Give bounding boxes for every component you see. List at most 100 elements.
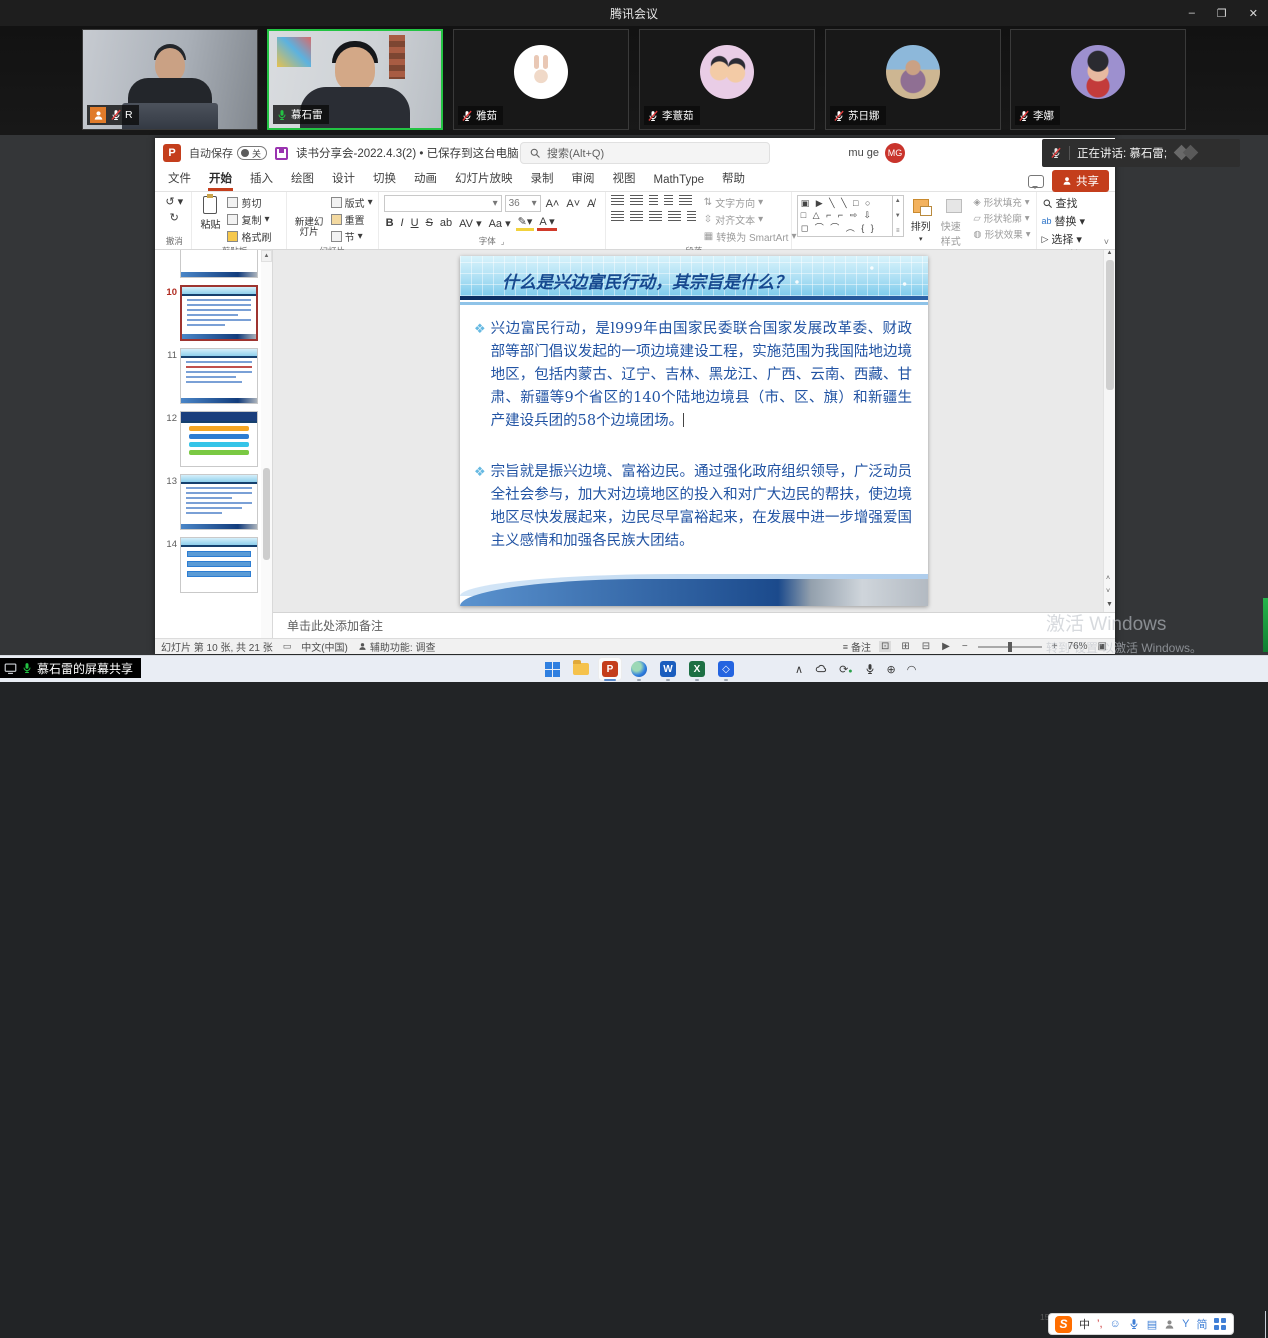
justify-icon[interactable] [668,211,681,222]
select-button[interactable]: ▷选择 ▾ [1042,231,1082,247]
clear-format-icon[interactable]: A̸ [585,198,596,210]
previous-slide-icon[interactable]: ˄ [1106,575,1113,582]
video-tile-participant-6[interactable]: 李娜 [1010,29,1186,130]
replace-button[interactable]: ab替换 ▾ [1042,213,1086,229]
cut-button[interactable]: 剪切 [227,195,271,210]
thumbnail-slide-12[interactable]: 12 [161,411,272,467]
align-left-icon[interactable] [611,211,624,222]
shape-effects-button[interactable]: ◍ 形状效果 ▾ [973,227,1030,241]
tab-slideshow[interactable]: 幻灯片放映 [446,166,522,191]
smartart-button[interactable]: ▦ 转换为 SmartArt ▾ [704,229,797,244]
zoom-slider[interactable] [978,646,1042,648]
sync-icon[interactable]: ⟳● [839,663,852,676]
arrange-button[interactable]: 排列▾ [908,195,934,244]
autosave-control[interactable]: 自动保存 关 [189,145,267,161]
tab-animations[interactable]: 动画 [405,166,446,191]
share-button[interactable]: 共享 [1052,170,1109,192]
tab-view[interactable]: 视图 [604,166,645,191]
sogou-emoji-icon[interactable]: ☺ [1110,1318,1121,1330]
grow-font-icon[interactable]: A˄ [544,198,562,210]
format-painter-button[interactable]: 格式刷 [227,229,271,244]
slide-title-banner[interactable]: 什么是兴边富民行动，其宗旨是什么？ [460,256,928,296]
redo-icon[interactable]: ↻ [168,211,181,224]
tab-mathtype[interactable]: MathType [645,170,714,191]
reading-view-icon[interactable]: ⊟ [920,641,932,652]
tray-expand-icon[interactable]: ∧ [795,663,803,676]
thumbnail-slide-13[interactable]: 13 [161,474,272,530]
restore-icon[interactable]: ❐ [1217,7,1227,20]
language-status[interactable]: 中文(中国) [301,639,348,654]
thumbnail-slide-10[interactable]: 10 [161,285,272,341]
line-spacing-icon[interactable] [679,195,692,206]
collapse-ribbon-icon[interactable]: ˅ [1104,237,1109,247]
fit-to-window-icon[interactable]: ▣ [1096,641,1109,652]
zoom-in-icon[interactable]: + [1050,641,1060,652]
shapes-gallery[interactable]: ▣ ▶ ╲ ╲ □ ○ □ △ ⌐ ⌐ ⇨ ⇩ ◻ ⌒ ⌒ ︵ { } ▲▼≡ [797,195,904,237]
sogou-logo-icon[interactable]: S [1055,1316,1072,1333]
account-area[interactable]: mu ge MG [848,138,905,168]
reset-button[interactable]: 重置 [331,212,373,227]
editor-scrollbar[interactable]: ▲ ˄ ˅ ▼ [1103,250,1115,612]
tab-insert[interactable]: 插入 [241,166,282,191]
bullet-paragraph-2[interactable]: ❖ 宗旨就是振兴边境、富裕边民。通过强化政府组织领导，广泛动员全社会参与，加大对… [474,461,912,553]
current-slide[interactable]: 什么是兴边富民行动，其宗旨是什么？ ❖ 兴边富民行动，是l999年由国家民委联合… [460,256,928,606]
video-tile-participant-5[interactable]: 苏日娜 [825,29,1001,130]
decrease-indent-icon[interactable] [649,195,658,206]
tray-mic-icon[interactable] [864,663,876,675]
strikethrough-button[interactable]: S [424,217,435,229]
highlight-color-button[interactable]: ✎▾ [516,215,535,231]
network-icon[interactable]: ◠ [907,663,917,676]
tab-draw[interactable]: 绘图 [282,166,323,191]
shapes-gallery-grid[interactable]: ▣ ▶ ╲ ╲ □ ○ □ △ ⌐ ⌐ ⇨ ⇩ ◻ ⌒ ⌒ ︵ { } [797,195,893,237]
sogou-account-icon[interactable] [1164,1319,1175,1330]
align-text-button[interactable]: ⇳ 对齐文本 ▾ [704,212,797,227]
zoom-out-icon[interactable]: − [960,641,970,652]
sogou-language-mode[interactable]: 中 [1079,1316,1090,1332]
text-direction-button[interactable]: ⇅ 文字方向 ▾ [704,195,797,210]
edge-taskbar-button[interactable] [627,657,651,681]
notes-pane[interactable]: 单击此处添加备注 [273,612,1115,638]
undo-icon[interactable]: ↺ ▾ [163,195,185,208]
new-slide-button[interactable]: 新建幻灯片 [292,195,327,240]
underline-button[interactable]: U [409,217,421,229]
tencent-meeting-taskbar-button[interactable]: ◇ [714,657,738,681]
bullets-icon[interactable] [611,195,624,206]
account-avatar[interactable]: MG [885,143,905,163]
powerpoint-app-icon[interactable]: P [163,144,181,162]
shapes-gallery-scroll[interactable]: ▲▼≡ [893,195,904,237]
columns-icon[interactable] [687,211,696,222]
dialog-launcher-icon[interactable]: ⌟ [501,237,505,246]
tab-design[interactable]: 设计 [323,166,364,191]
scroll-up-icon[interactable]: ▲ [1107,250,1113,256]
tab-transitions[interactable]: 切换 [364,166,405,191]
video-tile-participant-2[interactable]: 慕石雷 [267,29,443,130]
slide-title[interactable]: 什么是兴边富民行动，其宗旨是什么？ [460,256,928,293]
font-name-combo[interactable]: ▾ [384,195,502,212]
sogou-input-toolbar[interactable]: S 中 ’, ☺ ▤ Y 简 [1048,1313,1234,1335]
align-center-icon[interactable] [630,211,643,222]
video-tile-participant-3[interactable]: 雅茹 [453,29,629,130]
video-tile-participant-4[interactable]: 李薏茹 [639,29,815,130]
scroll-up-icon[interactable]: ▲ [261,250,272,262]
char-spacing-button[interactable]: AV ▾ [457,217,483,230]
sogou-skin-icon[interactable]: Y [1182,1318,1189,1330]
screen-share-indicator[interactable]: 慕石雷的屏幕共享 [0,658,141,678]
scrollbar-thumb[interactable] [1106,260,1114,390]
shape-fill-button[interactable]: ◈ 形状填充 ▾ [973,195,1030,209]
powerpoint-taskbar-button[interactable]: P [598,657,622,681]
increase-indent-icon[interactable] [664,195,673,206]
comments-icon[interactable] [1028,175,1044,188]
next-slide-icon[interactable]: ˅ [1106,588,1113,595]
excel-taskbar-button[interactable]: X [685,657,709,681]
notes-toggle-button[interactable]: ≡ 备注 [843,639,871,654]
paragraph-text[interactable]: 兴边富民行动，是l999年由国家民委联合国家发展改革委、财政部等部门倡议发起的一… [491,321,912,429]
bullet-paragraph-1[interactable]: ❖ 兴边富民行动，是l999年由国家民委联合国家发展改革委、财政部等部门倡议发起… [474,318,912,433]
save-icon[interactable] [275,147,288,160]
shape-outline-button[interactable]: ▱ 形状轮廓 ▾ [973,211,1030,225]
align-right-icon[interactable] [649,211,662,222]
find-button[interactable]: 查找 [1042,195,1078,211]
scroll-down-icon[interactable]: ▼ [1106,601,1113,608]
shrink-font-icon[interactable]: A˅ [564,198,582,210]
sogou-punctuation-icon[interactable]: ’, [1097,1318,1103,1330]
section-button[interactable]: 节 ▾ [331,229,373,244]
